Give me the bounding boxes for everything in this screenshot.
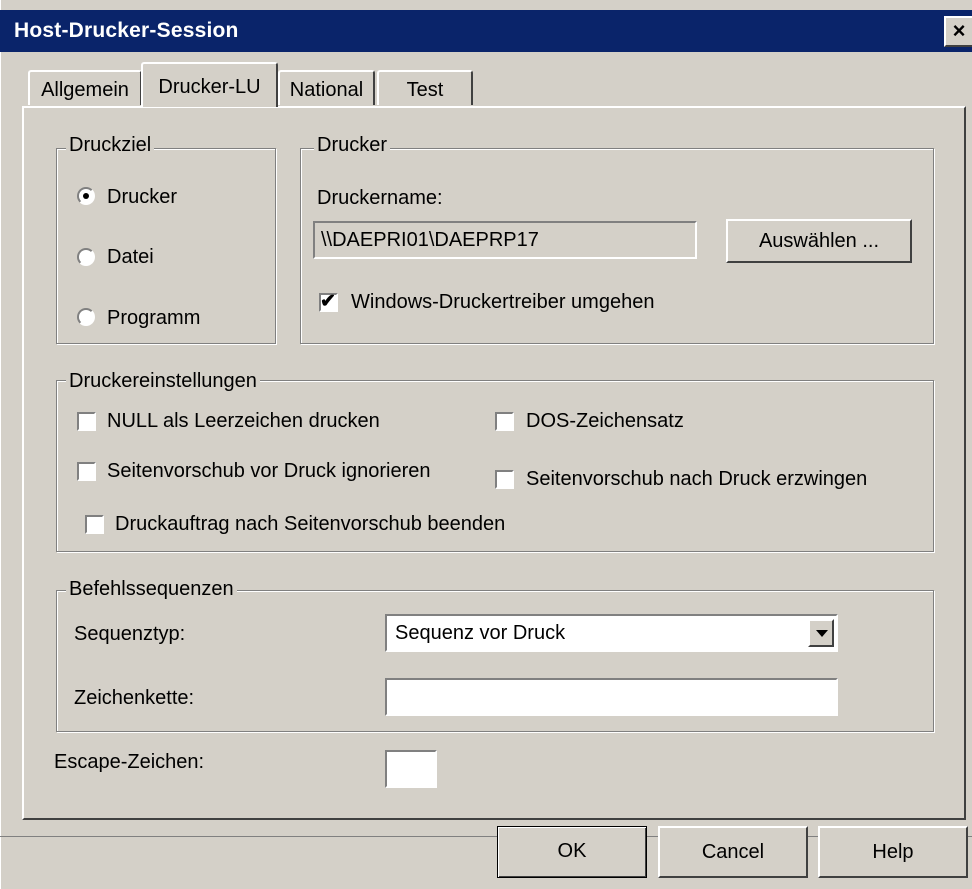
bypass-driver-label: Windows-Druckertreiber umgehen bbox=[351, 291, 655, 313]
drucker-legend: Drucker bbox=[314, 134, 391, 157]
tab-allgemein[interactable]: Allgemein bbox=[28, 70, 142, 105]
sequence-type-select[interactable]: Sequenz vor Druck bbox=[385, 614, 838, 652]
escape-label: Escape-Zeichen: bbox=[54, 751, 205, 773]
druckername-label: Druckername: bbox=[317, 187, 443, 209]
sequence-type-label: Sequenztyp: bbox=[74, 623, 186, 645]
dos-charset-checkbox[interactable] bbox=[495, 412, 514, 431]
radio-programm-label: Programm bbox=[107, 307, 201, 329]
druckername-value: \\DAEPRI01\DAEPRP17 bbox=[321, 229, 539, 251]
ok-button[interactable]: OK bbox=[497, 826, 647, 878]
chevron-down-icon bbox=[816, 630, 828, 637]
dialog-title: Host-Drucker-Session bbox=[14, 19, 239, 42]
radio-drucker-label: Drucker bbox=[107, 186, 178, 208]
escape-input[interactable] bbox=[385, 750, 437, 788]
ignore-formfeed-before-checkbox[interactable] bbox=[77, 462, 96, 481]
cancel-button[interactable]: Cancel bbox=[658, 826, 808, 878]
string-label: Zeichenkette: bbox=[74, 687, 195, 709]
radio-drucker[interactable] bbox=[77, 187, 95, 205]
radio-selected-dot bbox=[83, 193, 89, 199]
help-button[interactable]: Help bbox=[818, 826, 968, 878]
close-icon: × bbox=[952, 18, 966, 43]
force-formfeed-after-label: Seitenvorschub nach Druck erzwingen bbox=[526, 468, 868, 490]
druckereinstellungen-legend: Druckereinstellungen bbox=[66, 370, 260, 393]
end-job-after-formfeed-label: Druckauftrag nach Seitenvorschub beenden bbox=[115, 513, 506, 535]
null-as-space-label: NULL als Leerzeichen drucken bbox=[107, 410, 380, 432]
bypass-driver-checkbox[interactable]: ✔ bbox=[319, 291, 338, 312]
end-job-after-formfeed-checkbox[interactable] bbox=[85, 515, 104, 534]
force-formfeed-after-checkbox[interactable] bbox=[495, 470, 514, 489]
null-as-space-checkbox[interactable] bbox=[77, 412, 96, 431]
select-printer-button[interactable]: Auswählen ... bbox=[726, 219, 912, 263]
dropdown-button[interactable] bbox=[808, 619, 834, 647]
checkmark-icon: ✔ bbox=[320, 291, 336, 312]
close-button[interactable]: × bbox=[944, 16, 972, 47]
ignore-formfeed-before-label: Seitenvorschub vor Druck ignorieren bbox=[107, 460, 431, 482]
radio-datei-label: Datei bbox=[107, 246, 154, 268]
druckziel-legend: Druckziel bbox=[66, 134, 155, 157]
string-input[interactable] bbox=[385, 678, 838, 716]
radio-programm[interactable] bbox=[77, 308, 95, 326]
radio-datei[interactable] bbox=[77, 248, 95, 266]
befehlssequenzen-legend: Befehlssequenzen bbox=[66, 578, 237, 601]
tab-drucker-lu[interactable]: Drucker-LU bbox=[141, 62, 278, 107]
druckername-field: \\DAEPRI01\DAEPRP17 bbox=[313, 221, 697, 259]
dos-charset-label: DOS-Zeichensatz bbox=[526, 410, 684, 432]
tab-national[interactable]: National bbox=[278, 70, 375, 105]
tab-test[interactable]: Test bbox=[377, 70, 473, 105]
sequence-type-value: Sequenz vor Druck bbox=[395, 622, 566, 644]
